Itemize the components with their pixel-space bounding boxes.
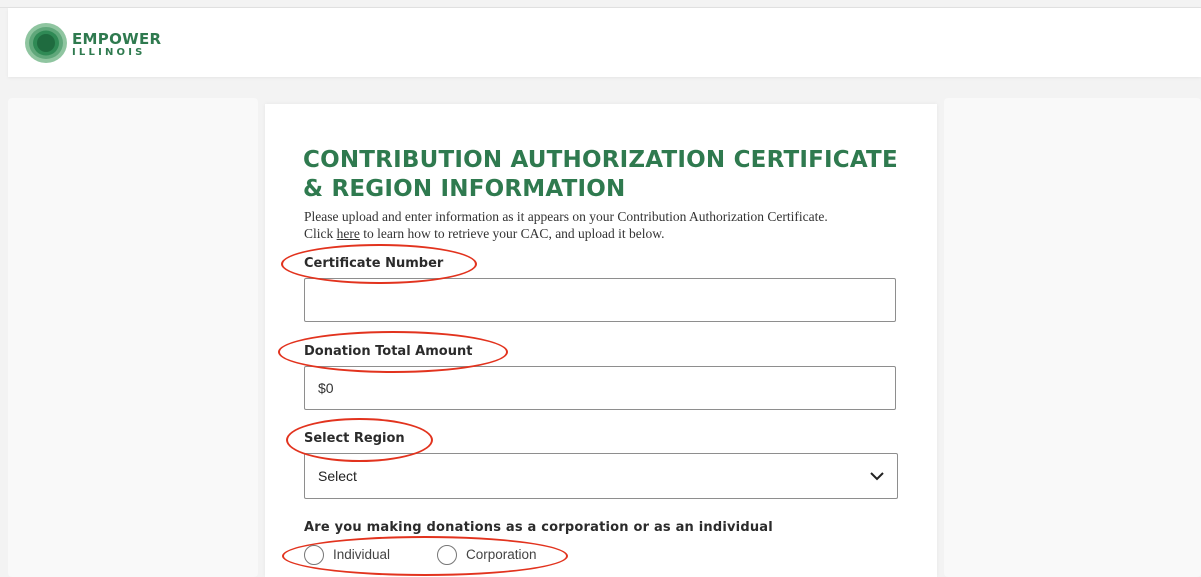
chevron-down-icon (870, 472, 884, 481)
form-card: CONTRIBUTION AUTHORIZATION CERTIFICATE &… (265, 104, 937, 577)
individual-radio[interactable] (304, 545, 324, 565)
brand-wordmark: EMPOWER ILLINOIS (72, 32, 161, 58)
corporation-radio[interactable] (437, 545, 457, 565)
certificate-number-label: Certificate Number (304, 256, 444, 271)
brand-name-line1: EMPOWER (72, 30, 162, 48)
instructions-rest-text: to learn how to retrieve your CAC, and u… (359, 226, 665, 241)
certificate-number-input[interactable] (304, 278, 896, 322)
brand-logo[interactable]: EMPOWER ILLINOIS (24, 22, 184, 64)
donor-type-question: Are you making donations as a corporatio… (304, 520, 773, 535)
select-region-label: Select Region (304, 431, 405, 446)
corporation-radio-label: Corporation (466, 547, 537, 562)
form-instructions: Please upload and enter information as i… (304, 208, 924, 242)
right-background-panel (944, 98, 1201, 577)
individual-radio-label: Individual (333, 547, 391, 562)
donation-total-input[interactable] (304, 366, 896, 410)
instructions-line1: Please upload and enter information as i… (304, 209, 828, 224)
left-background-panel (8, 98, 258, 577)
region-select[interactable]: Select (304, 453, 898, 499)
region-select-value: Select (318, 468, 357, 484)
brand-name-line2: ILLINOIS (72, 47, 146, 58)
retrieve-cac-link[interactable]: here (337, 226, 360, 241)
donation-total-label: Donation Total Amount (304, 344, 473, 359)
form-title: CONTRIBUTION AUTHORIZATION CERTIFICATE &… (303, 147, 898, 202)
empower-illinois-logo-icon (25, 23, 67, 63)
site-header: EMPOWER ILLINOIS (8, 8, 1201, 77)
instructions-click-text: Click (304, 226, 337, 241)
